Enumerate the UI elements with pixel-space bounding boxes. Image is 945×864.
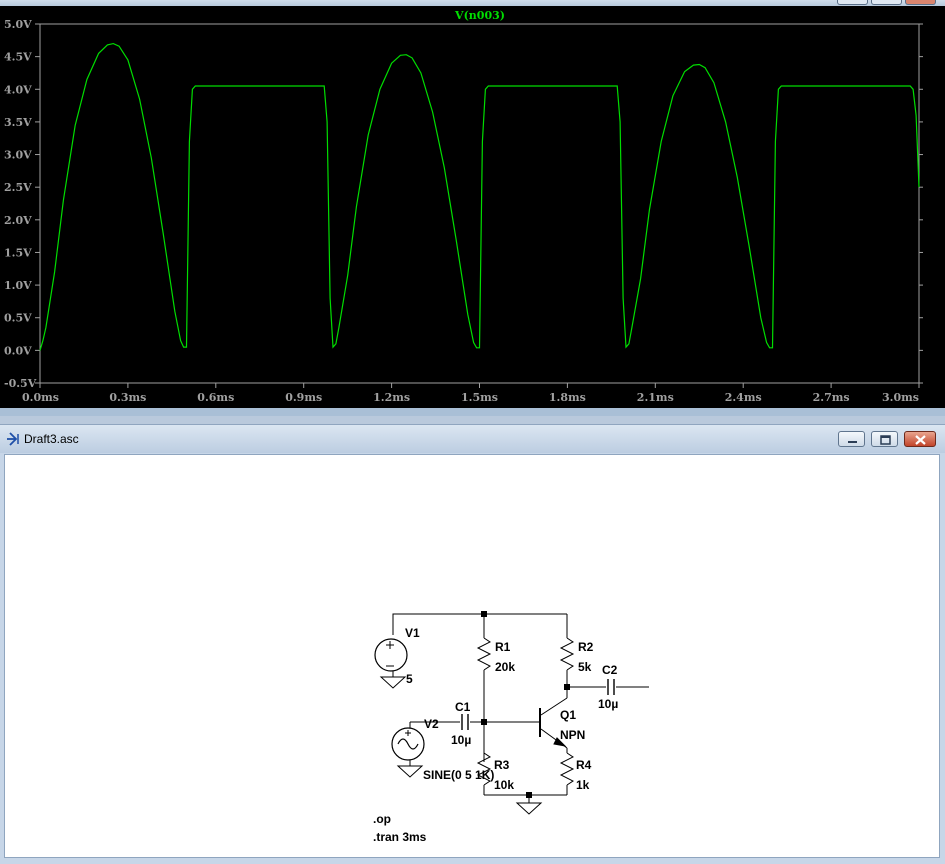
waveform-minimize-button[interactable] (837, 0, 868, 5)
r4-value-label[interactable]: 1k (576, 778, 590, 792)
ground-icon (515, 802, 543, 815)
c2-value-label[interactable]: 10µ (598, 697, 618, 711)
waveform-window: V(n003) 5.0V 4.5V 4.0V 3.5V 3.0V 2.5V 2.0V 1.5V… (0, 0, 945, 416)
y-tick-label: 2.5V (4, 181, 32, 194)
x-tick-label: 2.4ms (725, 391, 762, 404)
schematic-drawing[interactable]: V1 5 R1 20k R2 5k C2 10µ C1 10µ V2 SINE(… (5, 455, 939, 857)
schematic-window: Draft3.asc V1 5 R1 20k R2 5k C2 10µ C1 1… (0, 424, 945, 864)
r3-name-label[interactable]: R3 (494, 758, 510, 772)
r2-value-label[interactable]: 5k (578, 660, 592, 674)
x-tick-label: 0.9ms (285, 391, 322, 404)
r1-value-label[interactable]: 20k (495, 660, 515, 674)
y-tick-label: 0.5V (4, 312, 32, 325)
y-tick-label: 3.5V (4, 116, 32, 129)
waveform-restore-button[interactable] (871, 0, 902, 5)
r2-resistor-symbol[interactable] (559, 637, 575, 671)
v1-value-label[interactable]: 5 (406, 672, 413, 686)
y-tick-label: 1.5V (4, 246, 32, 259)
v2-value-label[interactable]: SINE(0 5 1K) (423, 768, 494, 782)
y-tick-label: 0.0V (4, 344, 32, 357)
r4-name-label[interactable]: R4 (576, 758, 592, 772)
junction-dot-ground (526, 792, 532, 798)
r1-resistor-symbol[interactable] (476, 637, 492, 671)
waveform-close-button[interactable] (905, 0, 936, 5)
x-tick-label: 0.3ms (109, 391, 146, 404)
restore-button[interactable] (871, 431, 898, 447)
close-button[interactable] (904, 431, 936, 447)
v2-ground-icon (396, 765, 424, 778)
x-tick-label: 1.2ms (373, 391, 410, 404)
y-tick-label: 4.0V (4, 83, 32, 96)
x-tick-label: 1.8ms (549, 391, 586, 404)
x-tick-label: 3.0ms (882, 391, 919, 404)
minimize-icon (848, 441, 857, 443)
c1-value-label[interactable]: 10µ (451, 733, 471, 747)
op-directive[interactable]: .op (373, 812, 391, 826)
y-tick-label: 2.0V (4, 214, 32, 227)
v1-ground-icon (379, 676, 407, 689)
vcc-rail-wire[interactable] (392, 613, 567, 615)
x-tick-label: 1.5ms (461, 391, 498, 404)
r2-name-label[interactable]: R2 (578, 640, 594, 654)
y-tick-label: 1.0V (4, 279, 32, 292)
q1-model-label[interactable]: NPN (560, 728, 585, 742)
junction-dot-collector (564, 684, 570, 690)
q1-name-label[interactable]: Q1 (560, 708, 576, 722)
minimize-button[interactable] (838, 431, 865, 447)
y-tick-label: 3.0V (4, 149, 32, 162)
schematic-app-icon (7, 432, 19, 446)
x-tick-label: 0.6ms (197, 391, 234, 404)
schematic-titlebar[interactable]: Draft3.asc (0, 425, 945, 453)
schematic-window-title: Draft3.asc (24, 432, 79, 446)
close-icon (915, 435, 926, 445)
restore-icon (880, 435, 891, 445)
c2-name-label[interactable]: C2 (602, 663, 618, 677)
trace-name-label[interactable]: V(n003) (454, 9, 505, 22)
v2-name-label[interactable]: V2 (424, 717, 439, 731)
junction-dot-base (481, 719, 487, 725)
schematic-canvas[interactable]: V1 5 R1 20k R2 5k C2 10µ C1 10µ V2 SINE(… (4, 454, 940, 858)
sine-wave-icon (397, 738, 419, 750)
x-tick-label: 2.1ms (637, 391, 674, 404)
tran-directive[interactable]: .tran 3ms (373, 830, 427, 844)
r3-value-label[interactable]: 10k (494, 778, 514, 792)
r1-name-label[interactable]: R1 (495, 640, 511, 654)
y-tick-label: 4.5V (4, 51, 32, 64)
y-tick-label: -0.5V (4, 377, 37, 390)
c1-name-label[interactable]: C1 (455, 700, 471, 714)
waveform-plot[interactable]: V(n003) 5.0V 4.5V 4.0V 3.5V 3.0V 2.5V 2.0V 1.5V… (0, 6, 945, 408)
x-tick-label: 0.0ms (22, 391, 59, 404)
v1-name-label[interactable]: V1 (405, 626, 420, 640)
y-tick-label: 5.0V (4, 18, 32, 31)
junction-dot-top (481, 611, 487, 617)
x-tick-label: 2.7ms (813, 391, 850, 404)
r4-resistor-symbol[interactable] (559, 752, 575, 786)
trace-line[interactable] (39, 42, 920, 351)
waveform-chart[interactable]: V(n003) 5.0V 4.5V 4.0V 3.5V 3.0V 2.5V 2.0V 1.5V… (0, 6, 945, 408)
